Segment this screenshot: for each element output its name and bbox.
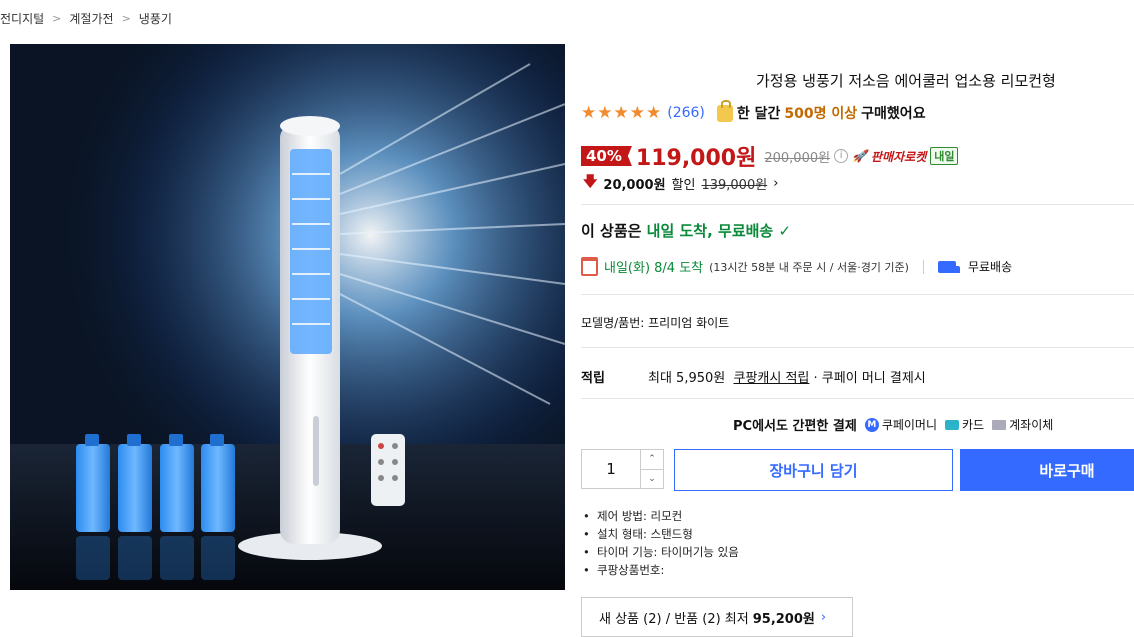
coupay-label: 쿠페이머니 [881, 418, 938, 432]
monthly-buyers: 한 달간 500명 이상 구매했어요 [716, 99, 926, 123]
breadcrumb: 전디지털 > 계절가전 > 냉풍기 [0, 10, 172, 27]
star-rating[interactable]: ★ ★ ★ ★ ★ [581, 104, 661, 122]
quantity-input[interactable]: 1 [582, 450, 640, 488]
coupang-cash-link[interactable]: 쿠팡캐시 적립 [734, 367, 810, 386]
points-row: 적립 최대 5,950원 쿠팡캐시 적립 · 쿠페이 머니 결제시 [581, 367, 926, 386]
rating-row: ★ ★ ★ ★ ★ (266) 한 달간 500명 이상 구매했어요 [581, 99, 926, 123]
check-icon: ✓ [778, 222, 792, 240]
seller-rocket-label: 판매자로켓 [871, 149, 927, 164]
payment-bank: 계좌이체 [992, 416, 1053, 433]
bank-label: 계좌이체 [1009, 418, 1054, 432]
delivery-row: 내일(화) 8/4 도착 (13시간 58분 내 주문 시 / 서울·경기 기준… [581, 257, 1012, 276]
price-row: 40% 119,000원 200,000원 i 🚀 판매자로켓 내일 [581, 140, 959, 172]
calendar-icon [581, 257, 598, 276]
star-icon: ★ [581, 103, 597, 123]
divider [581, 398, 1134, 399]
payment-title: PC에서도 간편한 결제 [733, 419, 857, 434]
points-prefix: 최대 5,950원 [648, 371, 726, 386]
breadcrumb-item[interactable]: 냉풍기 [139, 10, 172, 27]
chevron-right-icon: › [820, 609, 827, 625]
breadcrumb-item[interactable]: 계절가전 [69, 10, 113, 27]
info-icon[interactable]: i [834, 149, 849, 163]
arrival-headline: 이 상품은 내일 도착, 무료배송 ✓ [581, 220, 791, 241]
free-shipping-label: 무료배송 [967, 260, 1013, 274]
sale-price: 119,000원 [635, 146, 757, 171]
bank-icon [992, 419, 1007, 430]
card-icon [945, 419, 960, 430]
monthly-buyers-suffix: 구매했어요 [861, 106, 926, 122]
payment-coupay: M 쿠페이머니 [864, 416, 938, 433]
model-label: 모델명/품번: [581, 316, 645, 330]
truck-icon [937, 260, 960, 273]
buy-now-button[interactable]: 바로구매 [960, 449, 1134, 491]
list-item: 제어 방법: 리모컨 [583, 507, 739, 525]
star-icon: ★ [646, 103, 662, 123]
chevron-right-icon: > [121, 12, 131, 25]
coupon-amount: 20,000원 [603, 177, 666, 193]
monthly-buyers-prefix: 한 달간 [736, 106, 781, 122]
coupon-row[interactable]: 🡇 20,000원 할인 139,000원 › [583, 171, 778, 195]
list-item: 쿠팡상품번호: [583, 561, 739, 579]
quantity-increase-button[interactable]: ⌃ [641, 450, 663, 470]
delivery-date: 내일(화) 8/4 도착 [604, 261, 704, 276]
coupon-label: 할인 [671, 177, 696, 193]
spec-list: 제어 방법: 리모컨 설치 형태: 스탠드형 타이머 기능: 타이머기능 있음 … [583, 507, 739, 579]
product-image[interactable] [10, 44, 565, 590]
star-icon: ★ [613, 103, 629, 123]
tower-fan-illustration [10, 44, 565, 590]
points-label: 적립 [581, 371, 605, 386]
divider [581, 204, 1134, 205]
review-count-link[interactable]: (266) [667, 105, 705, 121]
quantity-decrease-button[interactable]: ⌄ [641, 470, 663, 489]
card-label: 카드 [962, 418, 985, 432]
tomorrow-badge: 내일 [930, 147, 959, 165]
chevron-right-icon: › [773, 175, 779, 191]
discount-badge: 40% [581, 146, 632, 166]
star-icon: ★ [629, 103, 645, 123]
arrival-highlight: 내일 도착, 무료배송 [646, 222, 774, 240]
points-suffix: · 쿠페이 머니 결제시 [813, 371, 926, 386]
other-sellers-price: 95,200원 [752, 611, 815, 627]
breadcrumb-item[interactable]: 전디지털 [0, 10, 44, 27]
original-price: 200,000원 [764, 150, 831, 166]
list-item: 설치 형태: 스탠드형 [583, 525, 739, 543]
coupay-icon: M [864, 417, 879, 432]
shopping-bag-icon [716, 99, 733, 122]
arrival-prefix: 이 상품은 [581, 222, 642, 240]
payment-methods: PC에서도 간편한 결제 M 쿠페이머니 카드 계좌이체 [733, 415, 1053, 434]
quantity-stepper: 1 ⌃ ⌄ [581, 449, 664, 489]
other-sellers-button[interactable]: 새 상품 (2) / 반품 (2) 최저 95,200원 › [581, 597, 853, 637]
delivery-note: (13시간 58분 내 주문 시 / 서울·경기 기준) [709, 260, 909, 274]
divider [581, 294, 1134, 295]
other-sellers-text: 새 상품 (2) / 반품 (2) 최저 [599, 611, 749, 627]
monthly-buyers-count: 500명 이상 [784, 106, 858, 122]
divider [922, 259, 924, 274]
add-to-cart-button[interactable]: 장바구니 담기 [674, 449, 953, 491]
chevron-right-icon: > [52, 12, 62, 25]
arrow-down-icon: 🡇 [583, 174, 598, 190]
divider [581, 347, 1134, 348]
product-title: 가정용 냉풍기 저소음 에어쿨러 업소용 리모컨형 [756, 72, 1056, 90]
model-number: 모델명/품번: 프리미엄 화이트 [581, 314, 729, 331]
payment-card: 카드 [945, 416, 984, 433]
star-icon: ★ [597, 103, 613, 123]
rocket-icon: 🚀 [852, 149, 868, 163]
coupon-base-price: 139,000원 [701, 177, 768, 193]
model-value: 프리미엄 화이트 [648, 316, 730, 330]
quantity-buttons: ⌃ ⌄ [640, 450, 663, 488]
list-item: 타이머 기능: 타이머기능 있음 [583, 543, 739, 561]
